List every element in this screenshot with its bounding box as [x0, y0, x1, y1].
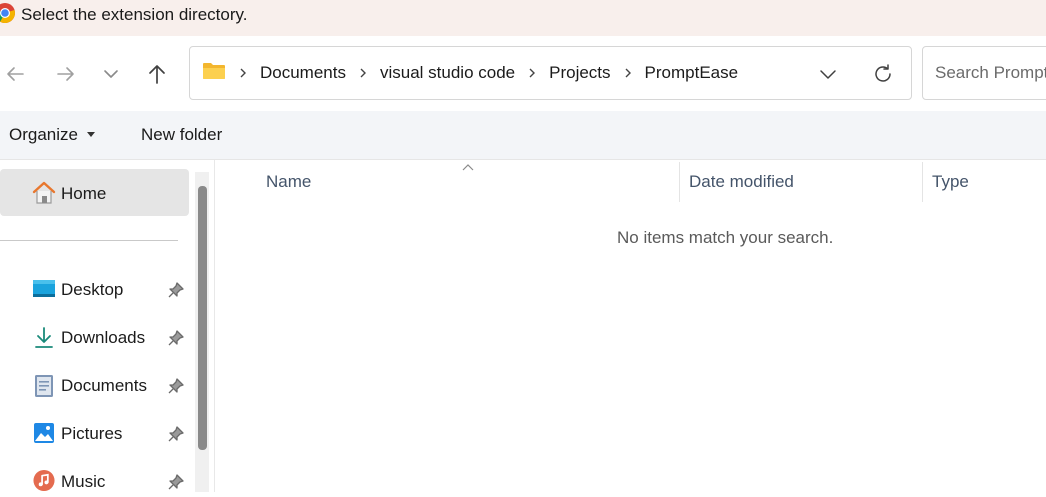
chevron-right-icon[interactable]	[230, 63, 256, 83]
desktop-icon	[32, 279, 56, 304]
sidebar-item-home-label: Home	[61, 184, 107, 203]
address-bar[interactable]: Documents visual studio code Projects Pr…	[189, 46, 912, 100]
home-icon	[31, 181, 57, 210]
chevron-right-icon[interactable]	[519, 63, 545, 83]
sidebar-item-music-label: Music	[61, 472, 106, 491]
forward-button[interactable]	[51, 59, 81, 89]
pin-icon[interactable]	[167, 425, 185, 443]
column-divider[interactable]	[679, 162, 680, 202]
documents-icon	[34, 374, 54, 403]
breadcrumb-documents[interactable]: Documents	[256, 63, 350, 83]
back-button[interactable]	[0, 59, 30, 89]
sidebar-scrollbar-thumb[interactable]	[198, 186, 207, 450]
organize-button[interactable]: Organize	[9, 125, 96, 145]
column-divider[interactable]	[922, 162, 923, 202]
chevron-down-icon	[104, 70, 118, 78]
sidebar-item-documents-label: Documents	[61, 376, 147, 395]
downloads-icon	[33, 326, 55, 355]
search-input[interactable]	[935, 63, 1046, 83]
column-header-name[interactable]: Name	[266, 172, 311, 192]
sidebar-item-pictures-label: Pictures	[61, 424, 123, 443]
up-button[interactable]	[142, 59, 172, 89]
music-icon	[32, 469, 56, 497]
breadcrumb-visual-studio-code[interactable]: visual studio code	[376, 63, 519, 83]
folder-icon	[202, 61, 226, 86]
new-folder-button[interactable]: New folder	[141, 125, 222, 145]
breadcrumb: Documents visual studio code Projects Pr…	[202, 47, 742, 99]
up-arrow-icon	[149, 65, 165, 84]
sidebar-item-desktop-label: Desktop	[61, 280, 124, 299]
chevron-down-icon	[820, 70, 836, 79]
back-arrow-icon	[7, 67, 24, 81]
new-folder-label: New folder	[141, 125, 223, 144]
organize-label: Organize	[9, 125, 78, 144]
pin-icon[interactable]	[167, 473, 185, 491]
chevron-right-icon[interactable]	[350, 63, 376, 83]
search-box[interactable]	[922, 46, 1046, 100]
sidebar-divider	[0, 240, 178, 241]
pin-icon[interactable]	[167, 329, 185, 347]
empty-state-message: No items match your search.	[617, 228, 834, 247]
address-history-button[interactable]	[813, 59, 843, 89]
chevron-right-icon[interactable]	[615, 63, 641, 83]
refresh-icon	[875, 64, 891, 82]
recent-locations-button[interactable]	[96, 59, 126, 89]
sort-ascending-icon	[462, 158, 474, 176]
breadcrumb-projects[interactable]: Projects	[545, 63, 614, 83]
refresh-button[interactable]	[868, 59, 898, 89]
column-header-type[interactable]: Type	[932, 172, 969, 192]
caret-down-icon	[86, 132, 95, 137]
pin-icon[interactable]	[167, 377, 185, 395]
breadcrumb-promptease[interactable]: PromptEase	[641, 63, 743, 83]
chrome-icon	[0, 2, 16, 24]
pin-icon[interactable]	[167, 281, 185, 299]
forward-arrow-icon	[57, 67, 74, 81]
column-header-date-modified[interactable]: Date modified	[689, 172, 794, 192]
window-title: Select the extension directory.	[21, 5, 248, 24]
sidebar-item-downloads-label: Downloads	[61, 328, 146, 347]
pictures-icon	[33, 422, 55, 449]
